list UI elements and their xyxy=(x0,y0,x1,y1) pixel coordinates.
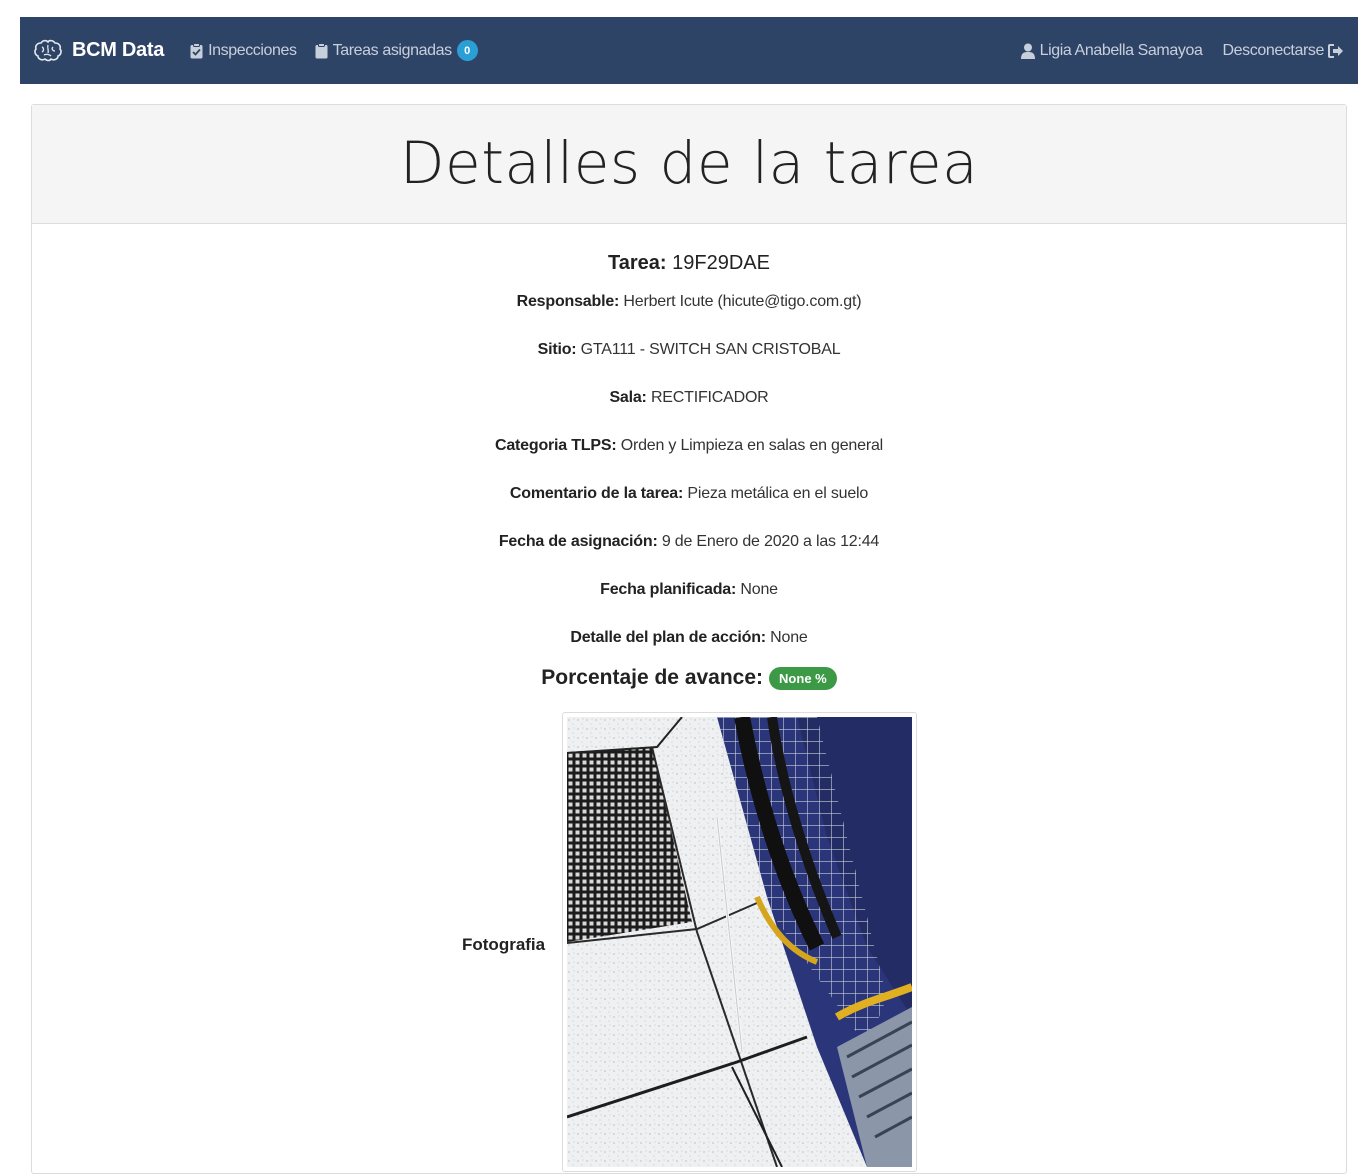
nav-inspecciones-label: Inspecciones xyxy=(208,41,297,59)
field-label: Responsable: xyxy=(516,293,620,310)
progress-row: Porcentaje de avance: None % xyxy=(32,665,1346,691)
field-sitio: Sitio: GTA111 - SWITCH SAN CRISTOBAL xyxy=(32,340,1346,360)
panel-heading: Detalles de la tarea xyxy=(32,105,1346,224)
brand-label: BCM Data xyxy=(72,39,165,61)
task-details-panel: Detalles de la tarea Tarea: 19F29DAE Res… xyxy=(31,104,1347,1174)
field-value: None xyxy=(740,581,778,598)
tareas-count-badge: 0 xyxy=(456,40,478,61)
logout-label: Desconectarse xyxy=(1222,41,1324,59)
sign-out-icon xyxy=(1328,43,1343,58)
brain-icon xyxy=(34,39,62,61)
field-label: Detalle del plan de acción: xyxy=(570,629,766,646)
task-photo[interactable] xyxy=(562,712,917,1172)
field-label: Sitio: xyxy=(537,341,577,358)
task-id: 19F29DAE xyxy=(672,252,770,274)
clipboard-check-icon xyxy=(190,42,203,58)
nav-right: Ligia Anabella Samayoa Desconectarse xyxy=(1001,42,1344,60)
field-value: Orden y Limpieza en salas en general xyxy=(620,437,883,454)
panel-body: Tarea: 19F29DAE Responsable: Herbert Icu… xyxy=(32,251,1346,691)
user-icon xyxy=(1020,43,1035,59)
photo-label: Fotografia xyxy=(462,935,546,954)
brand-link[interactable]: BCM Data xyxy=(34,39,164,63)
field-fecha-planificada: Fecha planificada: None xyxy=(32,580,1346,600)
field-categoria: Categoria TLPS: Orden y Limpieza en sala… xyxy=(32,436,1346,456)
nav-user[interactable]: Ligia Anabella Samayoa xyxy=(1020,41,1203,60)
field-fecha-asignacion: Fecha de asignación: 9 de Enero de 2020 … xyxy=(32,532,1346,552)
field-label: Comentario de la tarea: xyxy=(509,485,684,502)
field-label: Fecha planificada: xyxy=(600,581,737,598)
field-plan-accion: Detalle del plan de acción: None xyxy=(32,628,1346,648)
field-value: None xyxy=(770,629,808,646)
page-title: Detalles de la tarea xyxy=(399,129,979,197)
field-value: Pieza metálica en el suelo xyxy=(687,485,869,502)
field-label: Fecha de asignación: xyxy=(498,533,658,550)
field-value: Herbert Icute (hicute@tigo.com.gt) xyxy=(623,293,862,310)
nav-inspecciones[interactable]: Inspecciones xyxy=(190,42,297,60)
field-value: 9 de Enero de 2020 a las 12:44 xyxy=(661,533,880,550)
task-title: Tarea: 19F29DAE xyxy=(32,251,1346,275)
progress-badge: None % xyxy=(769,666,837,690)
field-sala: Sala: RECTIFICADOR xyxy=(32,388,1346,408)
clipboard-icon xyxy=(315,42,328,58)
top-navbar: BCM Data Inspecciones Tareas asignadas 0… xyxy=(20,17,1358,84)
task-photo-image xyxy=(567,717,912,1167)
field-label: Sala: xyxy=(609,389,647,406)
nav-tareas-label: Tareas asignadas xyxy=(332,41,452,59)
field-value: GTA111 - SWITCH SAN CRISTOBAL xyxy=(580,341,841,358)
progress-label: Porcentaje de avance: xyxy=(541,666,764,689)
field-comentario: Comentario de la tarea: Pieza metálica e… xyxy=(32,484,1346,504)
field-responsable: Responsable: Herbert Icute (hicute@tigo.… xyxy=(32,292,1346,312)
nav-tareas-asignadas[interactable]: Tareas asignadas 0 xyxy=(315,40,478,61)
field-value: RECTIFICADOR xyxy=(650,389,769,406)
task-title-label: Tarea: xyxy=(608,252,667,274)
nav-user-label: Ligia Anabella Samayoa xyxy=(1039,41,1203,59)
logout-link[interactable]: Desconectarse xyxy=(1222,42,1344,60)
field-label: Categoria TLPS: xyxy=(494,437,617,454)
